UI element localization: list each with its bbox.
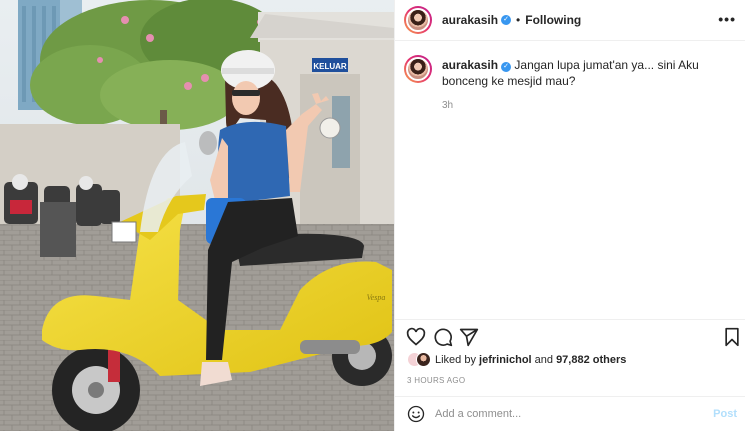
likes-count[interactable]: 97,882 others (556, 354, 626, 366)
caption-time[interactable]: 3h (442, 100, 742, 111)
action-bar (395, 319, 745, 347)
caption-username[interactable]: aurakasih (442, 58, 498, 72)
post-comment-button[interactable]: Post (713, 408, 737, 420)
verified-icon: ✓ (501, 15, 512, 25)
likes-user[interactable]: jefrinichol (479, 354, 532, 366)
post-side-panel: aurakasih ✓ • Following ••• aurakasih ✓ J… (394, 0, 745, 431)
post-date[interactable]: 3 HOURS AGO (407, 376, 465, 385)
likes-summary: Liked by jefrinichol and 97,882 others (407, 352, 626, 368)
likes-prefix: Liked by (435, 354, 480, 366)
photo-illustration: KELUAR Vespa (0, 0, 394, 431)
caption-body: aurakasih ✓ Jangan lupa jumat'an ya... si… (442, 57, 742, 111)
heart-icon[interactable] (406, 327, 426, 347)
verified-icon: ✓ (501, 62, 512, 72)
comment-input[interactable] (435, 408, 715, 420)
comment-bar: Post (395, 396, 745, 431)
likes-middle: and (531, 354, 557, 366)
comment-icon[interactable] (433, 327, 453, 347)
following-button[interactable]: Following (525, 13, 581, 27)
more-options-icon[interactable]: ••• (718, 12, 736, 26)
scooter-brand-badge: Vespa (367, 293, 386, 302)
emoji-icon[interactable] (407, 405, 425, 423)
share-icon[interactable] (459, 327, 479, 347)
avatar-image (406, 57, 430, 81)
author-avatar[interactable] (404, 6, 432, 34)
bookmark-icon[interactable] (722, 327, 742, 347)
exit-sign-text: KELUAR (313, 62, 347, 71)
header-separator: • (516, 13, 521, 27)
caption-text-block: aurakasih ✓ Jangan lupa jumat'an ya... si… (442, 57, 742, 89)
post-header: aurakasih ✓ • Following ••• (395, 0, 745, 41)
avatar-image (406, 8, 430, 32)
caption-avatar[interactable] (404, 55, 432, 83)
author-username[interactable]: aurakasih (442, 13, 498, 27)
liker-avatars (407, 352, 433, 368)
post-photo[interactable]: KELUAR Vespa (0, 0, 394, 431)
likes-text[interactable]: Liked by jefrinichol and 97,882 others (435, 354, 626, 366)
instagram-post: KELUAR Vespa aurakasih ✓ • Following •••… (0, 0, 745, 431)
post-caption: aurakasih ✓ Jangan lupa jumat'an ya... si… (404, 55, 744, 111)
liker-avatar (416, 352, 431, 367)
